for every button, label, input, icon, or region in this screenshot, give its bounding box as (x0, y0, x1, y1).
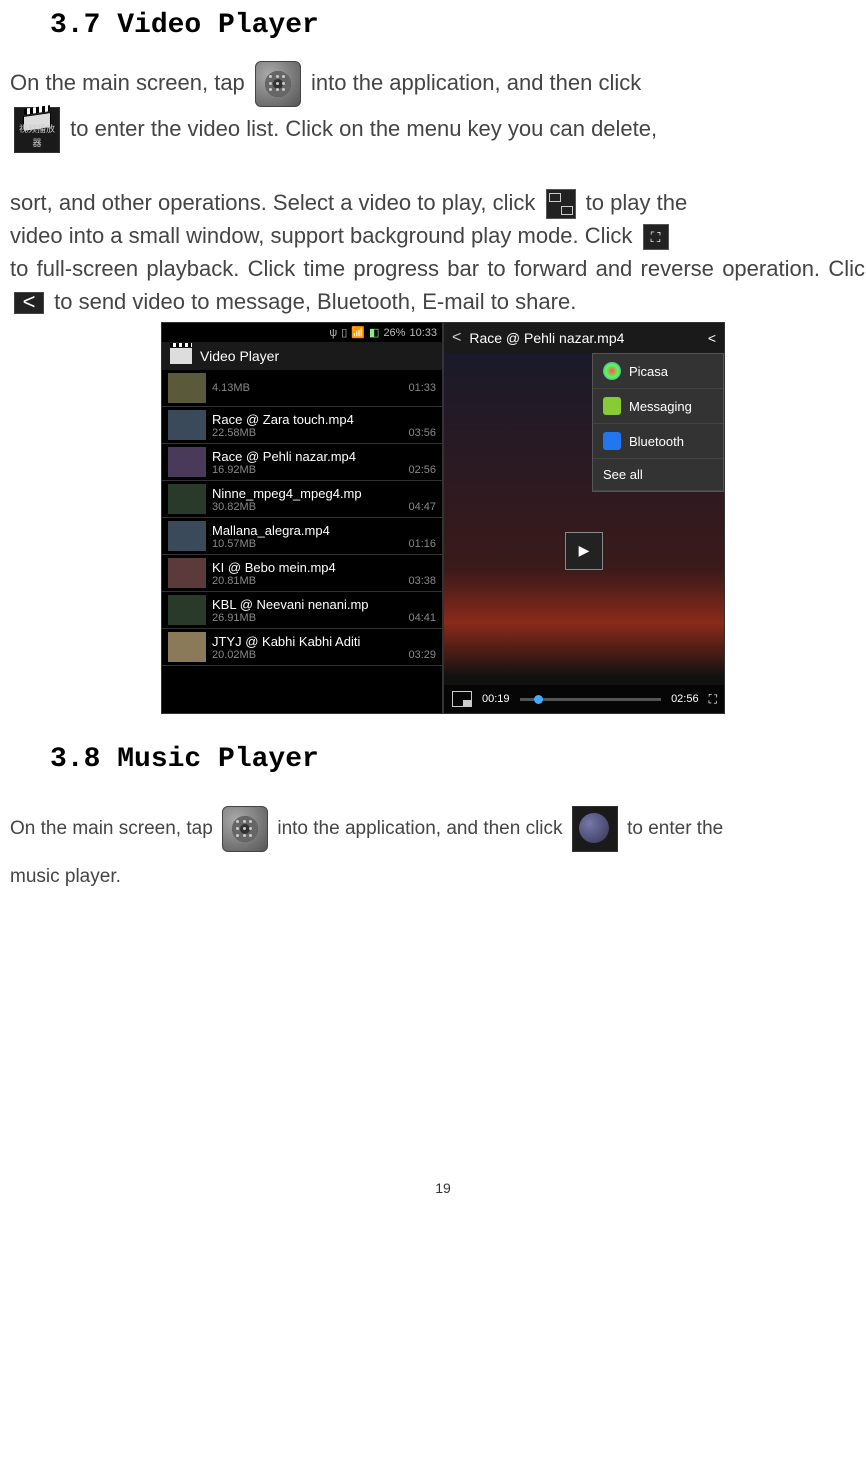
video-name: JTYJ @ Kabhi Kabhi Aditi (212, 634, 436, 649)
video-size: 4.13MB (212, 382, 250, 394)
text: to play the (586, 190, 688, 215)
video-name: Mallana_alegra.mp4 (212, 523, 436, 538)
bluetooth-icon (603, 432, 621, 450)
music-app-icon (572, 806, 618, 852)
status-bar: ψ ▯ 📶 ◧ 26% 10:33 (162, 323, 442, 342)
share-menu: Picasa Messaging Bluetooth See all (592, 353, 724, 492)
video-paragraph: On the main screen, tap into the applica… (10, 61, 866, 318)
pip-button[interactable] (452, 691, 472, 707)
text: On the main screen, tap (10, 70, 251, 95)
text: music player. (10, 866, 121, 887)
share-option-see-all[interactable]: See all (593, 459, 723, 491)
time-total: 02:56 (671, 693, 699, 705)
app-title: Video Player (200, 348, 279, 364)
text: to send video to message, Bluetooth, E-m… (54, 289, 576, 314)
video-list-item[interactable]: 4.13MB 01:33 (162, 370, 442, 407)
fullscreen-icon: ⛶ (643, 224, 669, 250)
clock: 10:33 (409, 327, 437, 339)
video-list-item[interactable]: Race @ Pehli nazar.mp4 16.92MB 02:56 (162, 444, 442, 481)
text: video into a small window, support backg… (10, 223, 639, 248)
video-duration: 02:56 (408, 464, 436, 476)
signal-icon: 📶 (351, 326, 365, 339)
video-list-item[interactable]: JTYJ @ Kabhi Kabhi Aditi 20.02MB 03:29 (162, 629, 442, 666)
video-thumbnail (168, 373, 206, 403)
video-list-item[interactable]: KI @ Bebo mein.mp4 20.81MB 03:38 (162, 555, 442, 592)
screenshot-video-playing: < Race @ Pehli nazar.mp4 < Picasa Messag… (443, 322, 725, 714)
video-thumbnail (168, 595, 206, 625)
text: to enter the (627, 818, 723, 839)
video-thumbnail (168, 632, 206, 662)
battery-pct: 26% (383, 327, 405, 339)
video-name: Race @ Pehli nazar.mp4 (212, 449, 436, 464)
video-name: KI @ Bebo mein.mp4 (212, 560, 436, 575)
text: On the main screen, tap (10, 818, 218, 839)
music-paragraph: On the main screen, tap into the applica… (10, 805, 866, 900)
video-size: 22.58MB (212, 427, 256, 439)
share-icon[interactable]: < (708, 330, 716, 346)
text: to full-screen playback. Click time prog… (10, 256, 866, 281)
screenshot-row: ψ ▯ 📶 ◧ 26% 10:33 Video Player 4.13MB 01:… (10, 322, 866, 714)
share-option-messaging[interactable]: Messaging (593, 389, 723, 424)
video-name: Race @ Zara touch.mp4 (212, 412, 436, 427)
video-size: 10.57MB (212, 538, 256, 550)
back-icon[interactable]: < (452, 329, 461, 347)
section-heading-music: 3.8 Music Player (50, 744, 866, 775)
video-duration: 03:29 (408, 649, 436, 661)
video-thumbnail (168, 484, 206, 514)
video-thumbnail (168, 521, 206, 551)
video-thumbnail (168, 410, 206, 440)
video-area[interactable]: Picasa Messaging Bluetooth See all ▶ 00:… (444, 353, 724, 713)
video-list[interactable]: 4.13MB 01:33 Race @ Zara touch.mp4 22.58M… (162, 370, 442, 666)
video-duration: 04:41 (408, 612, 436, 624)
messaging-icon (603, 397, 621, 415)
video-name: Ninne_mpeg4_mpeg4.mp (212, 486, 436, 501)
video-size: 26.91MB (212, 612, 256, 624)
fullscreen-button[interactable]: ⛶ (709, 692, 716, 707)
video-duration: 01:16 (408, 538, 436, 550)
progress-bar[interactable] (520, 698, 662, 701)
video-size: 30.82MB (212, 501, 256, 513)
text: into the application, and then click (311, 70, 641, 95)
video-controls: 00:19 02:56 ⛶ (444, 685, 724, 713)
video-size: 16.92MB (212, 464, 256, 476)
app-header: Video Player (162, 342, 442, 370)
video-size: 20.02MB (212, 649, 256, 661)
section-heading-video: 3.7 Video Player (50, 10, 866, 41)
video-player-icon (170, 348, 192, 364)
pip-icon (546, 189, 576, 219)
text: into the application, and then click (277, 818, 567, 839)
video-list-item[interactable]: Ninne_mpeg4_mpeg4.mp 30.82MB 04:47 (162, 481, 442, 518)
video-list-item[interactable]: Race @ Zara touch.mp4 22.58MB 03:56 (162, 407, 442, 444)
video-duration: 04:47 (408, 501, 436, 513)
text: to enter the video list. Click on the me… (70, 116, 657, 141)
time-current: 00:19 (482, 693, 510, 705)
video-header: < Race @ Pehli nazar.mp4 < (444, 323, 724, 353)
video-size: 20.81MB (212, 575, 256, 587)
play-button[interactable]: ▶ (565, 532, 603, 570)
video-player-app-icon: 视频播放器 (14, 107, 60, 153)
sd-icon: ▯ (341, 326, 347, 339)
apps-icon (255, 61, 301, 107)
text: sort, and other operations. Select a vid… (10, 190, 542, 215)
video-thumbnail (168, 558, 206, 588)
video-duration: 01:33 (408, 382, 436, 394)
picasa-icon (603, 362, 621, 380)
video-duration: 03:56 (408, 427, 436, 439)
share-icon: < (14, 292, 44, 314)
screenshot-video-list: ψ ▯ 📶 ◧ 26% 10:33 Video Player 4.13MB 01:… (161, 322, 443, 714)
video-name: KBL @ Neevani nenani.mp (212, 597, 436, 612)
share-option-picasa[interactable]: Picasa (593, 354, 723, 389)
apps-icon (222, 806, 268, 852)
video-thumbnail (168, 447, 206, 477)
video-list-item[interactable]: Mallana_alegra.mp4 10.57MB 01:16 (162, 518, 442, 555)
video-list-item[interactable]: KBL @ Neevani nenani.mp 26.91MB 04:41 (162, 592, 442, 629)
battery-icon: ◧ (369, 326, 379, 339)
share-option-bluetooth[interactable]: Bluetooth (593, 424, 723, 459)
video-title: Race @ Pehli nazar.mp4 (469, 330, 624, 346)
video-duration: 03:38 (408, 575, 436, 587)
usb-icon: ψ (329, 327, 337, 339)
page-number: 19 (10, 1180, 866, 1196)
